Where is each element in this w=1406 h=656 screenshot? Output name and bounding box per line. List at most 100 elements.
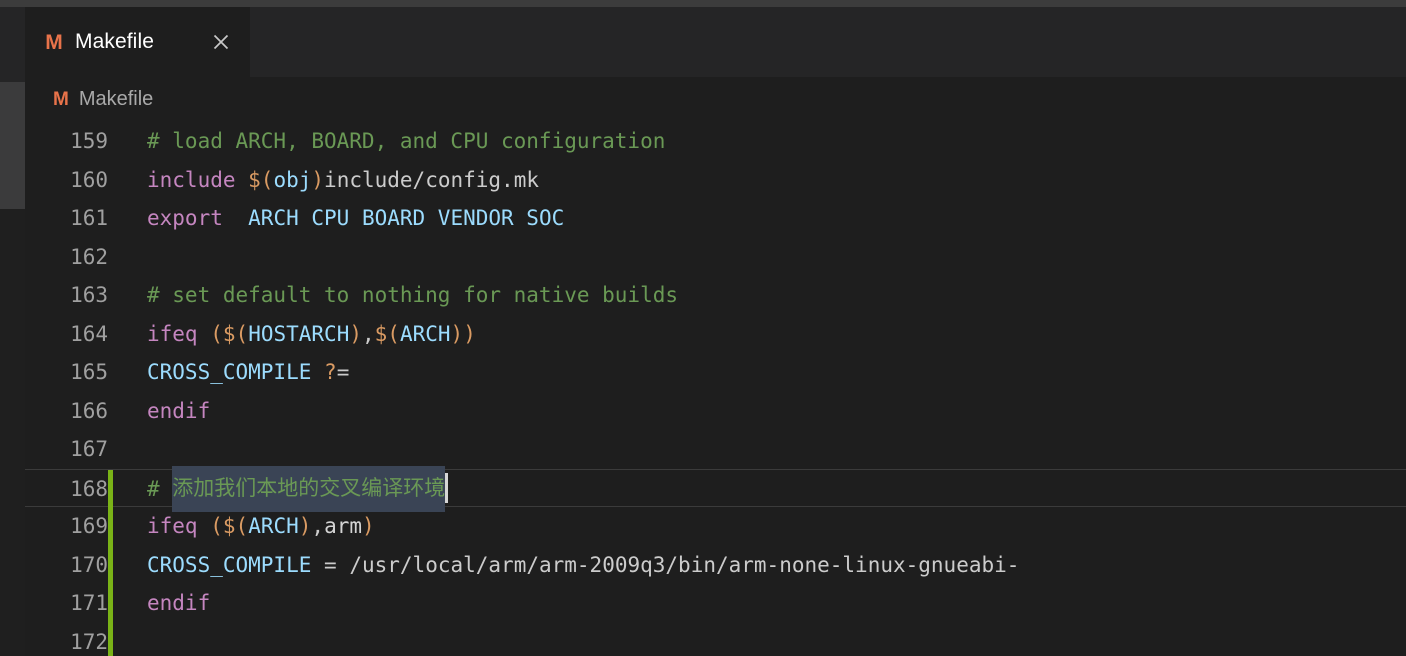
gutter-marker [108, 392, 113, 431]
selected-text: 添加我们本地的交叉编译环境 [172, 465, 446, 512]
code-line[interactable]: 161 export ARCH CPU BOARD VENDOR SOC [25, 199, 1406, 238]
side-bar-strip-lower [0, 209, 25, 656]
code-token: CROSS_COMPILE [147, 552, 312, 577]
code-token: $( [374, 321, 400, 346]
code-text[interactable]: # set default to nothing for native buil… [147, 276, 678, 315]
code-line[interactable]: 159 # load ARCH, BOARD, and CPU configura… [25, 122, 1406, 161]
code-token: # set default to nothing for native buil… [147, 283, 679, 307]
code-token: , [362, 321, 375, 346]
code-line[interactable]: 169 ifeq ($(ARCH), arm) [25, 507, 1406, 546]
code-token: ARCH [248, 514, 299, 538]
code-token: ARCH CPU BOARD VENDOR SOC [248, 206, 565, 230]
gutter-marker [108, 238, 113, 277]
line-number: 170 [70, 552, 108, 577]
code-text[interactable]: ifeq ($(HOSTARCH), $(ARCH)) [147, 315, 476, 354]
gutter-modified-marker [108, 469, 113, 508]
code-text[interactable]: endif [147, 584, 210, 623]
editor-tab-makefile[interactable]: M Makefile [25, 7, 250, 77]
code-line[interactable]: 167 [25, 430, 1406, 469]
code-token: endif [147, 398, 211, 423]
code-line[interactable]: 163 # set default to nothing for native b… [25, 276, 1406, 315]
editor-tab-label: Makefile [75, 30, 154, 53]
gutter-marker [108, 353, 113, 392]
code-token: arm [324, 514, 363, 538]
code-token: CROSS_COMPILE [147, 360, 312, 384]
code-token: ) [349, 321, 362, 346]
line-number: 166 [70, 398, 108, 423]
code-line[interactable]: 166 endif [25, 392, 1406, 431]
line-number: 168 [70, 476, 108, 501]
code-token: = [336, 360, 350, 384]
code-text[interactable]: export ARCH CPU BOARD VENDOR SOC [147, 199, 564, 238]
line-number: 172 [70, 629, 108, 654]
gutter-marker [108, 276, 113, 315]
code-text[interactable]: ifeq ($(ARCH), arm) [147, 507, 375, 546]
code-text[interactable]: # 添加我们本地的交叉编译环境 [147, 465, 449, 512]
gutter-marker [108, 161, 113, 200]
code-token: ) [362, 514, 375, 538]
code-token: ifeq [147, 514, 198, 538]
code-line[interactable]: 172 [25, 622, 1406, 656]
line-number: 159 [70, 129, 108, 153]
code-line[interactable]: 168 # 添加我们本地的交叉编译环境 [25, 465, 1406, 512]
makefile-icon: M [53, 89, 69, 110]
code-token: = [324, 552, 337, 577]
code-line[interactable]: 162 [25, 238, 1406, 277]
line-number: 161 [70, 206, 108, 230]
code-line[interactable]: 160 include $(obj) include/config.mk [25, 161, 1406, 200]
code-lines[interactable]: 159 # load ARCH, BOARD, and CPU configura… [25, 122, 1406, 656]
code-token: ( [210, 321, 223, 346]
code-line[interactable]: 164 ifeq ($(HOSTARCH), $(ARCH)) [25, 315, 1406, 354]
code-token: ifeq [147, 321, 198, 346]
code-line[interactable]: 165 CROSS_COMPILE ? = [25, 353, 1406, 392]
code-token: obj [273, 167, 312, 192]
line-number: 160 [70, 167, 108, 192]
code-token: ) [298, 514, 312, 538]
code-token: # [147, 476, 173, 501]
line-number: 169 [70, 514, 108, 538]
text-cursor [445, 472, 449, 503]
code-text[interactable]: CROSS_COMPILE ? = [147, 353, 349, 392]
gutter-modified-marker [108, 545, 113, 584]
code-token: ) [450, 321, 464, 346]
gutter-marker [108, 122, 113, 161]
breadcrumb-item-makefile[interactable]: Makefile [79, 88, 153, 111]
code-line[interactable]: 170 CROSS_COMPILE = /usr/local/arm/arm-20… [25, 545, 1406, 585]
line-number: 171 [70, 591, 108, 615]
gutter-modified-marker [108, 584, 113, 623]
gutter-modified-marker [108, 622, 113, 656]
code-token: # load ARCH, BOARD, and CPU configuratio… [147, 129, 666, 153]
gutter-marker [108, 199, 113, 238]
title-bar [0, 0, 1406, 7]
editor-tab-bar: M Makefile [25, 7, 1406, 77]
code-token: HOSTARCH [248, 321, 350, 346]
code-token: ) [463, 321, 476, 346]
code-editor[interactable]: 159 # load ARCH, BOARD, and CPU configura… [25, 122, 1406, 656]
code-token: export [147, 206, 223, 230]
code-token: include [147, 167, 249, 192]
line-number: 165 [70, 360, 108, 384]
gutter-modified-marker [108, 507, 113, 546]
close-icon[interactable] [208, 29, 234, 55]
side-bar-scrollbar[interactable] [0, 82, 25, 216]
code-text[interactable]: endif [147, 392, 210, 431]
breadcrumb[interactable]: M Makefile [25, 77, 1406, 122]
makefile-icon: M [45, 30, 63, 54]
code-token: $( [222, 514, 249, 538]
code-line[interactable]: 171 endif [25, 584, 1406, 623]
code-text[interactable]: CROSS_COMPILE = /usr/local/arm/arm-2009q… [147, 546, 1019, 585]
code-token: endif [147, 591, 211, 615]
code-token: $( [222, 321, 249, 346]
code-text[interactable]: include $(obj) include/config.mk [147, 161, 539, 200]
code-text[interactable]: # load ARCH, BOARD, and CPU configuratio… [147, 122, 665, 161]
code-token: ( [210, 514, 223, 538]
gutter-marker [108, 315, 113, 354]
code-token: ARCH [399, 321, 451, 346]
gutter-marker [108, 430, 113, 469]
code-token: ? [324, 360, 337, 384]
